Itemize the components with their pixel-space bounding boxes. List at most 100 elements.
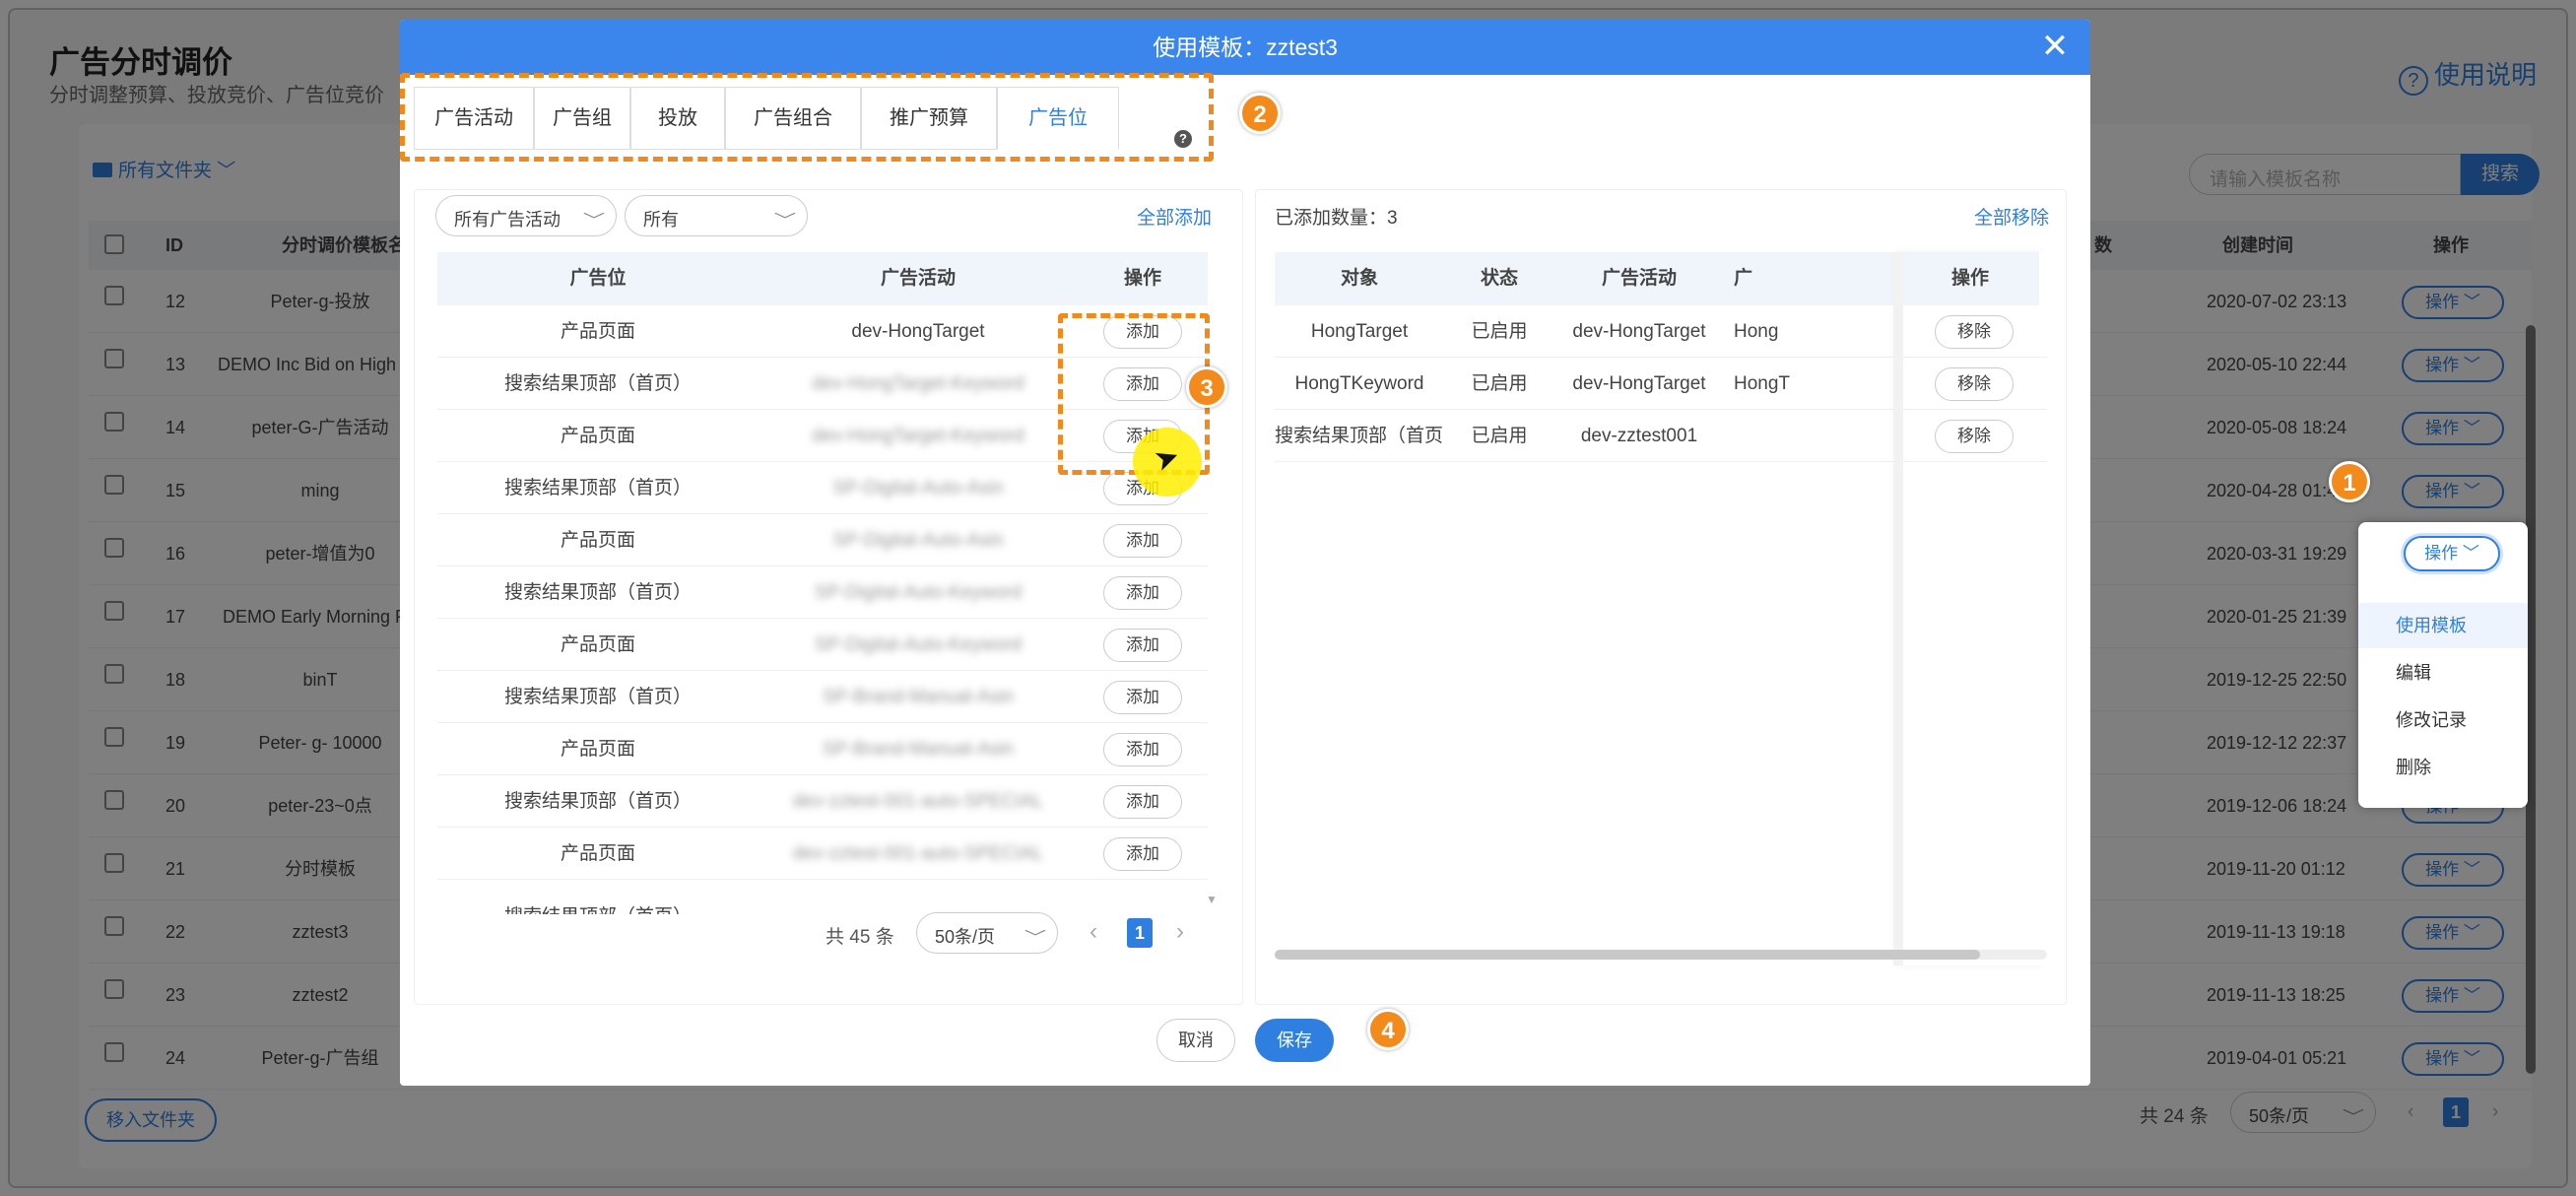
table-row: 产品页面 SP-Brand-Manual-Asin 添加 (437, 723, 1208, 775)
chevron-down-icon: ﹀ (582, 213, 606, 230)
row-ad-group: Hong (1734, 321, 1779, 342)
annotation-badge-2: 2 (1239, 93, 1281, 134)
row-object: 搜索结果顶部（首页） (1275, 426, 1444, 446)
table-row: 产品页面 SP-Digital-Auto-Asin 添加 (437, 514, 1208, 566)
row-status: 已启用 (1471, 373, 1528, 394)
row-placement: 产品页面 (560, 321, 635, 342)
row-placement: 产品页面 (560, 634, 635, 655)
row-placement: 搜索结果顶部（首页） (503, 373, 692, 394)
op-cell: 移除 (1901, 358, 2047, 410)
row-campaign: SP-Brand-Manual-Asin (822, 739, 1015, 760)
left-table-header: 广告位 广告活动 操作 (437, 252, 1208, 305)
row-campaign: dev-HongTarget (1572, 321, 1706, 342)
left-page-size-value: 50条/页 (935, 927, 996, 947)
col-object: 对象 (1340, 268, 1378, 289)
menu-edit[interactable]: 编辑 (2358, 650, 2528, 696)
menu-use-template[interactable]: 使用模板 (2358, 603, 2528, 648)
chevron-down-icon: ﹀ (773, 213, 797, 230)
table-row: 产品页面 SP-Digital-Auto-Keyword 添加 (437, 619, 1208, 671)
row-object: HongTarget (1310, 321, 1409, 342)
actions-dropdown: 操作 ﹀ 使用模板 编辑 修改记录 删除 (2358, 522, 2528, 808)
table-row: 搜索结果顶部（首页） SP-Brand-Manual-Asin 添加 (437, 671, 1208, 723)
remove-button[interactable]: 移除 (1935, 315, 2014, 349)
chevron-down-icon: ﹀ (1024, 930, 1047, 947)
row-campaign: dev-HongTarget (1572, 373, 1706, 394)
col-op: 操作 (1901, 252, 2039, 305)
row-status: 已启用 (1471, 426, 1528, 446)
left-page-1[interactable]: 1 (1127, 918, 1153, 948)
row-object: HongTKeyword (1294, 373, 1424, 394)
row-campaign: SP-Digital-Auto-Asin (832, 478, 1004, 498)
row-campaign: dev-zztest-001-auto-SPECIAL (792, 843, 1044, 864)
table-row: 搜索结果顶部（首页） SP-Digital-Auto-Keyword 添加 (437, 566, 1208, 619)
op-cell: 移除 (1901, 410, 2047, 462)
add-all-link[interactable]: 全部添加 (1137, 203, 1212, 230)
add-button[interactable]: 添加 (1103, 681, 1182, 714)
add-button[interactable]: 添加 (1103, 837, 1182, 871)
row-campaign: SP-Digital-Auto-Keyword (814, 582, 1023, 603)
row-placement: 产品页面 (560, 843, 635, 864)
annotation-box-tabs (400, 73, 1214, 162)
annotation-badge-1: 1 (2329, 461, 2370, 502)
row-campaign: SP-Digital-Auto-Asin (832, 530, 1004, 551)
row-campaign: SP-Digital-Auto-Keyword (814, 634, 1023, 655)
row-placement: 搜索结果顶部（首页） (503, 582, 692, 603)
row-campaign: dev-HongTarget (851, 321, 985, 342)
prev-page-icon[interactable]: ‹ (1090, 918, 1097, 946)
row-campaign: SP-Brand-Manual-Asin (822, 687, 1015, 707)
row-ad-group (1724, 410, 1803, 462)
row-placement: 产品页面 (560, 426, 635, 446)
col-campaign: 广告活动 (880, 268, 956, 289)
remove-button[interactable]: 移除 (1935, 367, 2014, 401)
remove-all-link[interactable]: 全部移除 (1974, 203, 2049, 230)
status-filter-select[interactable]: 所有 ﹀ (625, 195, 808, 236)
col-campaign: 广告活动 (1601, 268, 1677, 289)
row-placement: 产品页面 (560, 530, 635, 551)
remove-button[interactable]: 移除 (1935, 420, 2014, 453)
add-button[interactable]: 添加 (1103, 733, 1182, 766)
status-filter-value: 所有 (643, 210, 679, 230)
row-campaign: dev-HongTarget-Keyword (812, 373, 1024, 394)
table-row: 产品页面 dev-zztest-001-auto-SPECIAL 添加 (437, 828, 1208, 880)
add-button[interactable]: 添加 (1103, 629, 1182, 662)
op-cell: 移除 (1901, 305, 2047, 358)
col-status: 状态 (1480, 268, 1518, 289)
right-hscroll-thumb[interactable] (1275, 950, 1980, 960)
menu-delete[interactable]: 删除 (2358, 745, 2528, 790)
scroll-down-icon[interactable]: ▼ (1206, 893, 1218, 906)
col-placement: 广告位 (569, 268, 627, 289)
left-total-count: 共 45 条 (826, 927, 894, 948)
right-vertical-scrollbar[interactable] (1893, 252, 1903, 965)
campaign-filter-select[interactable]: 所有广告活动 ﹀ (435, 195, 617, 236)
partial-row-placement: 搜索结果顶部（首页） (437, 895, 759, 914)
col-op: 操作 (1123, 268, 1161, 289)
modal-title: 使用模板：zztest3 (400, 20, 2090, 75)
close-icon[interactable]: ✕ (2037, 30, 2073, 65)
use-template-modal: 使用模板：zztest3 ✕ 广告活动 广告组 投放 广告组合 推广预算 广告位… (400, 20, 2090, 1086)
campaign-filter-value: 所有广告活动 (454, 210, 561, 230)
next-page-icon[interactable]: › (1176, 918, 1184, 946)
cancel-button[interactable]: 取消 (1156, 1019, 1235, 1062)
menu-history[interactable]: 修改记录 (2358, 698, 2528, 743)
add-button[interactable]: 添加 (1103, 524, 1182, 558)
row-placement: 搜索结果顶部（首页） (503, 687, 692, 707)
annotation-badge-3: 3 (1186, 366, 1227, 408)
left-page-size-select[interactable]: 50条/页 ﹀ (916, 912, 1058, 954)
row-campaign: dev-zztest-001-auto-SPECIAL (792, 791, 1044, 812)
col-ad-group: 广 (1734, 268, 1753, 289)
save-button[interactable]: 保存 (1255, 1019, 1334, 1062)
row-ad-group: HongT (1734, 373, 1791, 394)
added-count: 已添加数量：3 (1275, 208, 1398, 229)
table-row: 搜索结果顶部（首页） dev-zztest-001-auto-SPECIAL 添… (437, 775, 1208, 828)
annotation-badge-4: 4 (1367, 1009, 1409, 1050)
row-status: 已启用 (1471, 321, 1528, 342)
add-button[interactable]: 添加 (1103, 576, 1182, 610)
row-campaign: dev-zztest001 (1580, 426, 1698, 446)
row-placement: 搜索结果顶部（首页） (503, 791, 692, 812)
add-button[interactable]: 添加 (1103, 785, 1182, 819)
partial-row: 搜索结果顶部（首页） (437, 895, 1208, 914)
row-placement: 产品页面 (560, 739, 635, 760)
row-placement: 搜索结果顶部（首页） (503, 478, 692, 498)
actions-trigger-button[interactable]: 操作 ﹀ (2404, 536, 2500, 571)
actions-trigger-label: 操作 (2424, 544, 2459, 563)
